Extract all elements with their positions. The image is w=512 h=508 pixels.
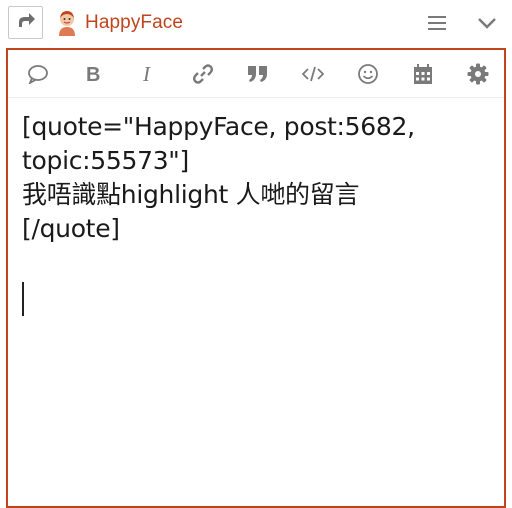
reply-button[interactable]	[8, 6, 43, 39]
editor-toolbar: B I	[8, 50, 504, 98]
link-icon	[192, 63, 214, 85]
bold-icon: B	[84, 64, 102, 84]
editor-line: topic:55573"]	[22, 146, 189, 175]
editor-textarea[interactable]: [quote="HappyFace, post:5682, topic:5557…	[22, 110, 492, 246]
editor-line: [/quote]	[22, 214, 120, 243]
calendar-icon	[413, 63, 433, 85]
italic-icon: I	[140, 64, 156, 84]
editor-line: [quote="HappyFace, post:5682,	[22, 112, 415, 141]
chevron-down-icon[interactable]	[474, 10, 500, 36]
hamburger-menu-icon[interactable]	[424, 10, 450, 36]
options-button[interactable]	[464, 60, 492, 88]
comment-button[interactable]	[24, 60, 52, 88]
gear-icon	[467, 63, 489, 85]
code-icon	[302, 66, 324, 82]
quote-icon	[247, 65, 269, 83]
avatar	[55, 10, 79, 36]
composer-editor: B I [quote="HappyFace, post:5682, topic:…	[6, 48, 506, 508]
editor-line: 我唔識點highlight 人哋的留言	[22, 180, 360, 209]
smiley-icon	[357, 63, 379, 85]
date-button[interactable]	[409, 60, 437, 88]
svg-text:I: I	[142, 64, 151, 84]
reply-to-user[interactable]: HappyFace	[55, 8, 183, 38]
svg-text:B: B	[86, 64, 100, 84]
link-button[interactable]	[189, 60, 217, 88]
italic-button[interactable]: I	[134, 60, 162, 88]
composer-header: HappyFace	[0, 0, 512, 46]
reply-icon	[16, 11, 36, 34]
text-cursor	[22, 282, 24, 316]
emoji-button[interactable]	[354, 60, 382, 88]
username: HappyFace	[85, 12, 184, 33]
bold-button[interactable]: B	[79, 60, 107, 88]
quote-button[interactable]	[244, 60, 272, 88]
code-button[interactable]	[299, 60, 327, 88]
speech-bubble-icon	[27, 64, 49, 84]
